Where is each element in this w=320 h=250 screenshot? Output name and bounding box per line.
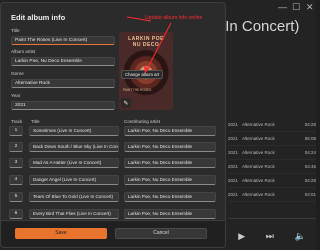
annotation-arrow: [126, 16, 172, 74]
track-row: 1 Sometimes (Live In Concert) Larkin Poe…: [9, 126, 216, 138]
track-title-field[interactable]: Sometimes (Live In Concert): [29, 126, 119, 136]
track-title-field[interactable]: Danger Angel (Live In Concert): [29, 175, 119, 185]
list-item[interactable]: 2021 Alternative Rock 04:24: [228, 146, 316, 160]
track-artist-field[interactable]: Larkin Poe, Nu Deco Ensemble: [124, 158, 216, 168]
track-artist-field[interactable]: Larkin Poe, Nu Deco Ensemble: [124, 142, 216, 152]
track-row: 5 Tears Of Blue To Gold (Live In Concert…: [9, 192, 216, 204]
track-column-header: Track: [11, 119, 23, 124]
track-title-field[interactable]: Back Down South / Blue Sky (Live In Conc…: [29, 142, 119, 152]
title-label: Title: [11, 28, 20, 33]
track-artist-field[interactable]: Larkin Poe, Nu Deco Ensemble: [124, 126, 216, 136]
genre-label: Genre: [11, 71, 24, 76]
cancel-button[interactable]: Cancel: [115, 228, 207, 239]
track-title-field[interactable]: Tears Of Blue To Gold (Live In Concert): [29, 192, 119, 202]
edit-album-dialog: Edit album info Title Paint The Roses (L…: [0, 2, 226, 248]
track-artist-field[interactable]: Larkin Poe, Nu Deco Ensemble: [124, 175, 216, 185]
genre-field[interactable]: Alternative Rock: [11, 79, 115, 88]
album-title-field[interactable]: Paint The Roses (Live In Concert): [11, 36, 115, 45]
track-title-field[interactable]: Every Bird That Flies (Live In Concert): [29, 209, 119, 219]
volume-icon[interactable]: 🔈: [294, 231, 305, 242]
minimize-icon[interactable]: —: [278, 2, 287, 12]
next-icon[interactable]: ⏭: [266, 231, 274, 242]
edit-icon[interactable]: ✎: [121, 98, 131, 108]
track-title-field[interactable]: Mad As A Hatter (Live In Concert): [29, 158, 119, 168]
dialog-footer: Save Cancel: [1, 220, 225, 247]
track-number-field[interactable]: 1: [9, 126, 23, 136]
close-icon[interactable]: ✕: [306, 2, 314, 13]
album-artist-field[interactable]: Larkin Poe, Nu Deco Ensemble: [11, 57, 115, 66]
list-item[interactable]: 2021 Alternative Rock 04:46: [228, 160, 316, 174]
background-track-list: 2021 Alternative Rock 04:28 2021 Alternativ…: [228, 118, 316, 202]
track-number-field[interactable]: 3: [9, 158, 23, 168]
list-item[interactable]: 2021 Alternative Rock 06:08: [228, 132, 316, 146]
year-label: Year: [11, 93, 21, 98]
track-number-field[interactable]: 2: [9, 142, 23, 152]
playback-progress-bar[interactable]: [228, 218, 316, 219]
track-artist-field[interactable]: Larkin Poe, Nu Deco Ensemble: [124, 209, 216, 219]
playback-controls: ▶ ⏭ 🔈: [228, 223, 316, 250]
album-art-subtitle: PAINT THE ROSES: [123, 88, 152, 92]
track-number-field[interactable]: 5: [9, 192, 23, 202]
track-row: 2 Back Down South / Blue Sky (Live In Co…: [9, 142, 216, 154]
album-artist-label: Album artist: [11, 49, 36, 54]
maximize-icon[interactable]: ☐: [292, 2, 300, 13]
track-artist-field[interactable]: Larkin Poe, Nu Deco Ensemble: [124, 192, 216, 202]
year-field[interactable]: 2021: [11, 101, 115, 110]
track-number-field[interactable]: 4: [9, 175, 23, 185]
play-icon[interactable]: ▶: [238, 231, 245, 242]
track-row: 4 Danger Angel (Live In Concert) Larkin …: [9, 175, 216, 187]
save-button[interactable]: Save: [15, 228, 107, 239]
track-number-field[interactable]: 6: [9, 209, 23, 219]
dialog-title: Edit album info: [11, 13, 66, 22]
list-item[interactable]: 2021 Alternative Rock 04:28: [228, 118, 316, 132]
title-column-header: Title: [31, 119, 40, 124]
track-row: 3 Mad As A Hatter (Live In Concert) Lark…: [9, 158, 216, 170]
artist-column-header: Contributing artist: [124, 119, 161, 124]
list-item[interactable]: 2021 Alternative Rock 04:01: [228, 188, 316, 202]
list-item[interactable]: 2021 Alternative Rock 04:28: [228, 174, 316, 188]
